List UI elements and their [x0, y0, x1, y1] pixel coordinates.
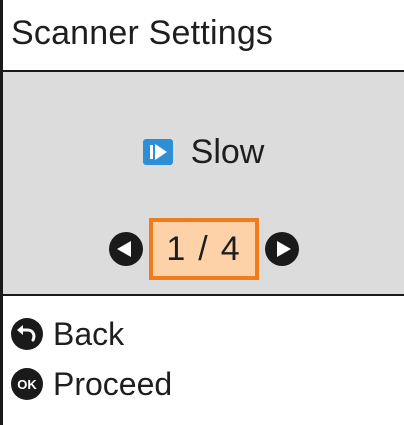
back-label: Back [53, 315, 125, 352]
previous-page-button[interactable] [108, 232, 143, 266]
proceed-label: Proceed [53, 365, 173, 402]
arrow-right-icon [276, 241, 291, 257]
page-title: Scanner Settings [11, 14, 274, 52]
back-icon [11, 318, 43, 350]
setting-row[interactable]: Slow [3, 124, 404, 180]
footer-actions: Back OK Proceed [3, 296, 404, 425]
setting-value: Slow [190, 132, 265, 171]
header-bar: Scanner Settings [3, 0, 404, 72]
ok-icon: OK [11, 368, 43, 400]
ok-glyph: OK [17, 376, 37, 392]
proceed-button[interactable]: OK Proceed [11, 364, 172, 404]
arrow-left-icon [116, 241, 131, 257]
current-page: 1 [166, 229, 187, 268]
back-button[interactable]: Back [11, 314, 124, 354]
scanner-settings-screen: Scanner Settings Slow 1 / 4 Back OK Proc… [0, 0, 404, 425]
page-indicator: 1 / 4 [148, 218, 259, 280]
page-navigator: 1 / 4 [3, 214, 404, 284]
slow-mode-icon [142, 139, 173, 165]
settings-panel: Slow 1 / 4 [3, 72, 404, 296]
total-pages: 4 [220, 229, 241, 268]
page-separator: / [198, 229, 209, 268]
next-page-button[interactable] [264, 232, 299, 266]
